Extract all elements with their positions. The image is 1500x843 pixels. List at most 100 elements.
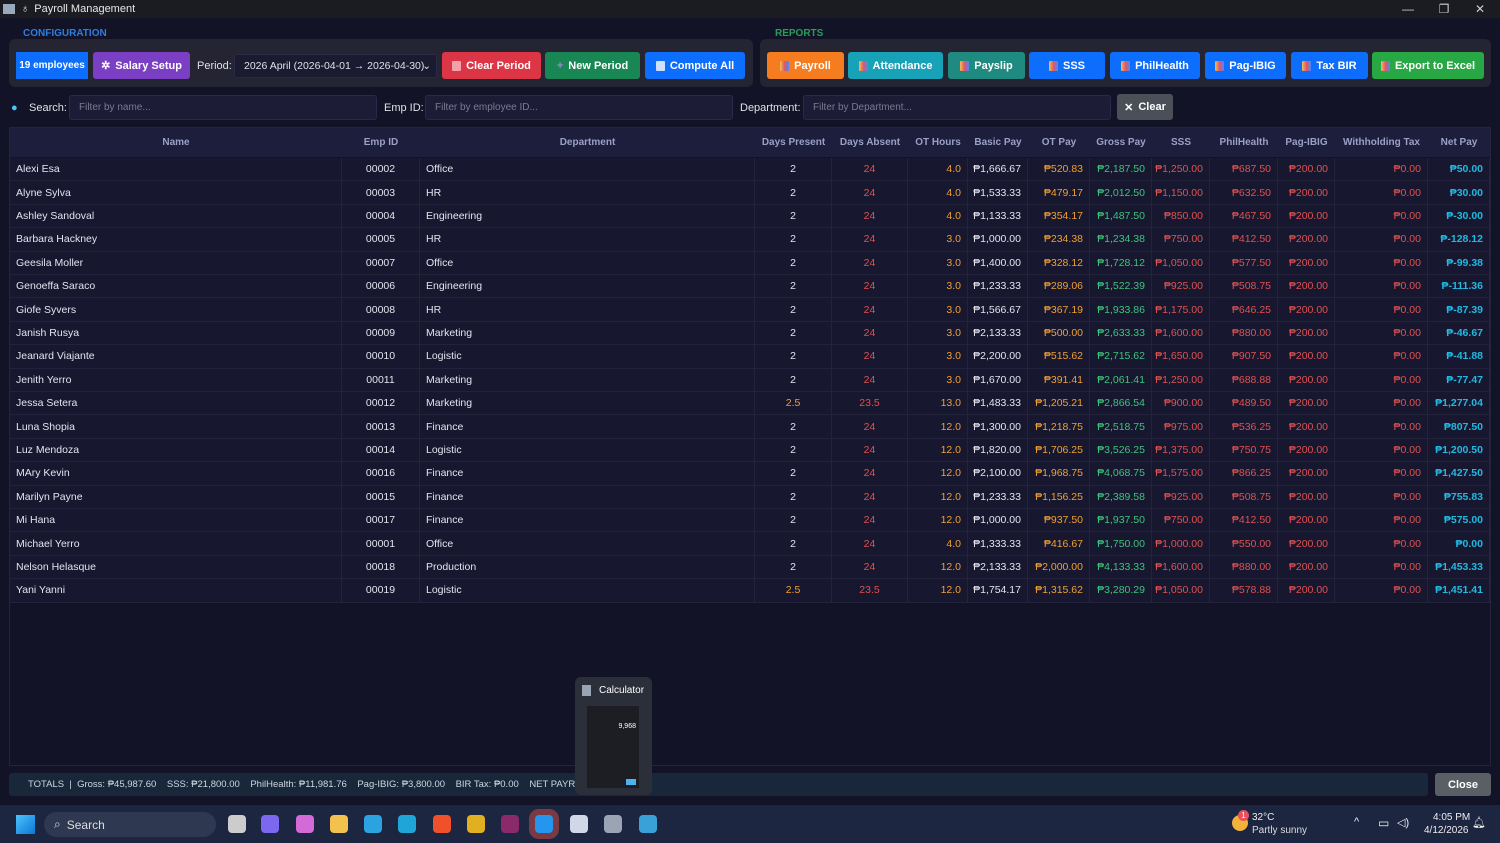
cell-withholding-tax: ₱0.00 bbox=[1335, 415, 1428, 438]
table-row[interactable]: Luna Shopia 00013 Finance 2 24 12.0 ₱1,300.00 ₱… bbox=[10, 415, 1490, 439]
search-input[interactable]: Filter by name... bbox=[69, 95, 377, 120]
table-row[interactable]: Ashley Sandoval 00004 Engineering 2 24 4.0 ₱1,… bbox=[10, 204, 1490, 229]
table-row[interactable]: Luz Mendoza 00014 Logistic 2 24 12.0 ₱1,820.00… bbox=[10, 438, 1490, 463]
cell-pag-ibig: ₱200.00 bbox=[1278, 321, 1335, 345]
report-pag-ibig-button[interactable]: Pag-IBIG bbox=[1205, 52, 1286, 79]
column-header-withholding-tax[interactable]: Withholding Tax bbox=[1335, 128, 1428, 157]
cell-pag-ibig: ₱200.00 bbox=[1278, 181, 1335, 204]
chevron-up-icon[interactable]: ^ bbox=[1354, 816, 1359, 828]
column-header-days-absent[interactable]: Days Absent bbox=[832, 128, 908, 157]
cell-philhealth: ₱550.00 bbox=[1210, 532, 1278, 555]
telegram-icon[interactable] bbox=[364, 815, 382, 833]
column-header-basic-pay[interactable]: Basic Pay bbox=[968, 128, 1028, 157]
clear-filter-button[interactable]: ✕ Clear bbox=[1117, 94, 1173, 120]
table-row[interactable]: Mi Hana 00017 Finance 2 24 12.0 ₱1,000.00 ₱937.… bbox=[10, 509, 1490, 533]
clock-date[interactable]: 4/12/2026 bbox=[1424, 825, 1469, 836]
column-header-ot-pay[interactable]: OT Pay bbox=[1028, 128, 1090, 157]
column-header-department[interactable]: Department bbox=[420, 128, 755, 157]
table-row[interactable]: Alyne Sylva 00003 HR 2 24 4.0 ₱1,533.33 ₱479.17… bbox=[10, 181, 1490, 205]
cell-department: Logistic bbox=[420, 579, 755, 602]
python-editor-icon[interactable] bbox=[570, 815, 588, 833]
column-header-emp-id[interactable]: Emp ID bbox=[342, 128, 420, 157]
cell-philhealth: ₱880.00 bbox=[1210, 321, 1278, 345]
cell-net-pay: ₱1,451.41 bbox=[1428, 579, 1490, 602]
column-header-net-pay[interactable]: Net Pay bbox=[1428, 128, 1490, 157]
report-payslip-button[interactable]: Payslip bbox=[948, 52, 1025, 79]
table-row[interactable]: Alexi Esa 00002 Office 2 24 4.0 ₱1,666.67 ₱520.… bbox=[10, 158, 1490, 182]
column-header-pag-ibig[interactable]: Pag-IBIG bbox=[1278, 128, 1335, 157]
table-row[interactable]: Giofe Syvers 00008 HR 2 24 3.0 ₱1,566.67 ₱367.1… bbox=[10, 298, 1490, 322]
table-row[interactable]: Yani Yanni 00019 Logistic 2.5 23.5 12.0 ₱1,754… bbox=[10, 579, 1490, 603]
report-philhealth-button[interactable]: PhilHealth bbox=[1110, 52, 1200, 79]
column-header-gross-pay[interactable]: Gross Pay bbox=[1090, 128, 1152, 157]
cell-basic-pay: ₱1,233.33 bbox=[968, 485, 1028, 508]
file-explorer-icon[interactable] bbox=[330, 815, 348, 833]
calculator-preview[interactable]: Calculator 9,968 bbox=[575, 677, 652, 795]
docker-icon[interactable] bbox=[535, 815, 553, 833]
table-row[interactable]: Genoeffa Saraco 00006 Engineering 2 24 3.0 ₱1,… bbox=[10, 275, 1490, 299]
close-button[interactable]: Close bbox=[1435, 773, 1491, 796]
taskbar-search[interactable]: ⌕ Search bbox=[44, 812, 216, 837]
column-header-sss[interactable]: SSS bbox=[1152, 128, 1210, 157]
edge-icon[interactable] bbox=[398, 815, 416, 833]
cell-philhealth: ₱577.50 bbox=[1210, 251, 1278, 274]
chrome-icon[interactable] bbox=[467, 815, 485, 833]
clear-period-button[interactable]: Clear Period bbox=[442, 52, 541, 79]
table-row[interactable]: Jessa Setera 00012 Marketing 2.5 23.5 13.0 ₱1,… bbox=[10, 392, 1490, 416]
department-input[interactable]: Filter by Department... bbox=[803, 95, 1111, 120]
bell-icon[interactable]: 🔔︎ bbox=[1472, 816, 1486, 829]
close-window-button[interactable]: ✕ bbox=[1462, 0, 1498, 18]
brave-icon[interactable] bbox=[433, 815, 451, 833]
globe-app-icon[interactable] bbox=[639, 815, 657, 833]
table-row[interactable]: Marilyn Payne 00015 Finance 2 24 12.0 ₱1,233.3… bbox=[10, 485, 1490, 509]
cell-net-pay: ₱30.00 bbox=[1428, 181, 1490, 204]
period-select[interactable]: 2026 April (2026-04-01 → 2026-04-30) ⌄ bbox=[234, 54, 437, 78]
new-period-button[interactable]: + New Period bbox=[545, 52, 640, 79]
volume-icon[interactable]: ◁) bbox=[1397, 816, 1409, 829]
compute-all-button[interactable]: Compute All bbox=[645, 52, 745, 79]
maximize-button[interactable]: ❐ bbox=[1426, 0, 1462, 18]
cell-sss: ₱750.00 bbox=[1152, 509, 1210, 532]
clock-time[interactable]: 4:05 PM bbox=[1433, 812, 1470, 823]
cell-pag-ibig: ₱200.00 bbox=[1278, 509, 1335, 532]
table-row[interactable]: Geesila Moller 00007 Office 2 24 3.0 ₱1,400.00… bbox=[10, 251, 1490, 275]
report-attendance-button[interactable]: Attendance bbox=[848, 52, 943, 79]
cell-ot-hours: 12.0 bbox=[908, 438, 968, 462]
task-view-icon[interactable] bbox=[228, 815, 246, 833]
cell-days-absent: 23.5 bbox=[832, 579, 908, 602]
report-icon bbox=[858, 60, 868, 71]
report-payroll-button[interactable]: Payroll bbox=[767, 52, 844, 79]
table-header: Name Emp ID Department Days Present Days Abs… bbox=[10, 128, 1490, 157]
calculator-taskbar-icon[interactable] bbox=[604, 815, 622, 833]
cell-basic-pay: ₱1,400.00 bbox=[968, 251, 1028, 274]
salary-setup-button[interactable]: ✲ Salary Setup bbox=[93, 52, 190, 79]
cell-pag-ibig: ₱200.00 bbox=[1278, 345, 1335, 368]
column-header-name[interactable]: Name bbox=[10, 128, 342, 157]
cell-name: MAry Kevin bbox=[10, 462, 342, 485]
meet-icon[interactable] bbox=[261, 815, 279, 833]
column-header-ot-hours[interactable]: OT Hours bbox=[908, 128, 968, 157]
table-row[interactable]: Janish Rusya 00009 Marketing 2 24 3.0 ₱2,133.3… bbox=[10, 321, 1490, 346]
app-icon[interactable] bbox=[501, 815, 519, 833]
copilot-icon[interactable] bbox=[296, 815, 314, 833]
table-row[interactable]: Michael Yerro 00001 Office 2 24 4.0 ₱1,333.33 ₱… bbox=[10, 532, 1490, 556]
table-row[interactable]: MAry Kevin 00016 Finance 2 24 12.0 ₱2,100.00 ₱1… bbox=[10, 462, 1490, 486]
report-tax-bir-button[interactable]: Tax BIR bbox=[1291, 52, 1368, 79]
empid-input[interactable]: Filter by employee ID... bbox=[425, 95, 733, 120]
table-row[interactable]: Barbara Hackney 00005 HR 2 24 3.0 ₱1,000.00 ₱23… bbox=[10, 228, 1490, 252]
report-sss-button[interactable]: SSS bbox=[1029, 52, 1105, 79]
cell-basic-pay: ₱1,300.00 bbox=[968, 415, 1028, 438]
windows-start-icon[interactable] bbox=[16, 815, 35, 834]
period-label: Period: bbox=[197, 60, 232, 72]
report-export-to-excel-button[interactable]: Export to Excel bbox=[1372, 52, 1484, 79]
cell-emp-id: 00017 bbox=[342, 509, 420, 532]
cell-ot-pay: ₱515.62 bbox=[1028, 345, 1090, 368]
column-header-days-present[interactable]: Days Present bbox=[755, 128, 832, 157]
table-row[interactable]: Jeanard Viajante 00010 Logistic 2 24 3.0 ₱2,20… bbox=[10, 345, 1490, 369]
cell-withholding-tax: ₱0.00 bbox=[1335, 462, 1428, 485]
table-row[interactable]: Nelson Helasque 00018 Production 2 24 12.0 ₱2,… bbox=[10, 555, 1490, 580]
column-header-philhealth[interactable]: PhilHealth bbox=[1210, 128, 1278, 157]
table-row[interactable]: Jenith Yerro 00011 Marketing 2 24 3.0 ₱1,670.0… bbox=[10, 368, 1490, 392]
minimize-button[interactable]: — bbox=[1390, 0, 1426, 18]
network-icon[interactable]: ▭ bbox=[1378, 816, 1389, 830]
